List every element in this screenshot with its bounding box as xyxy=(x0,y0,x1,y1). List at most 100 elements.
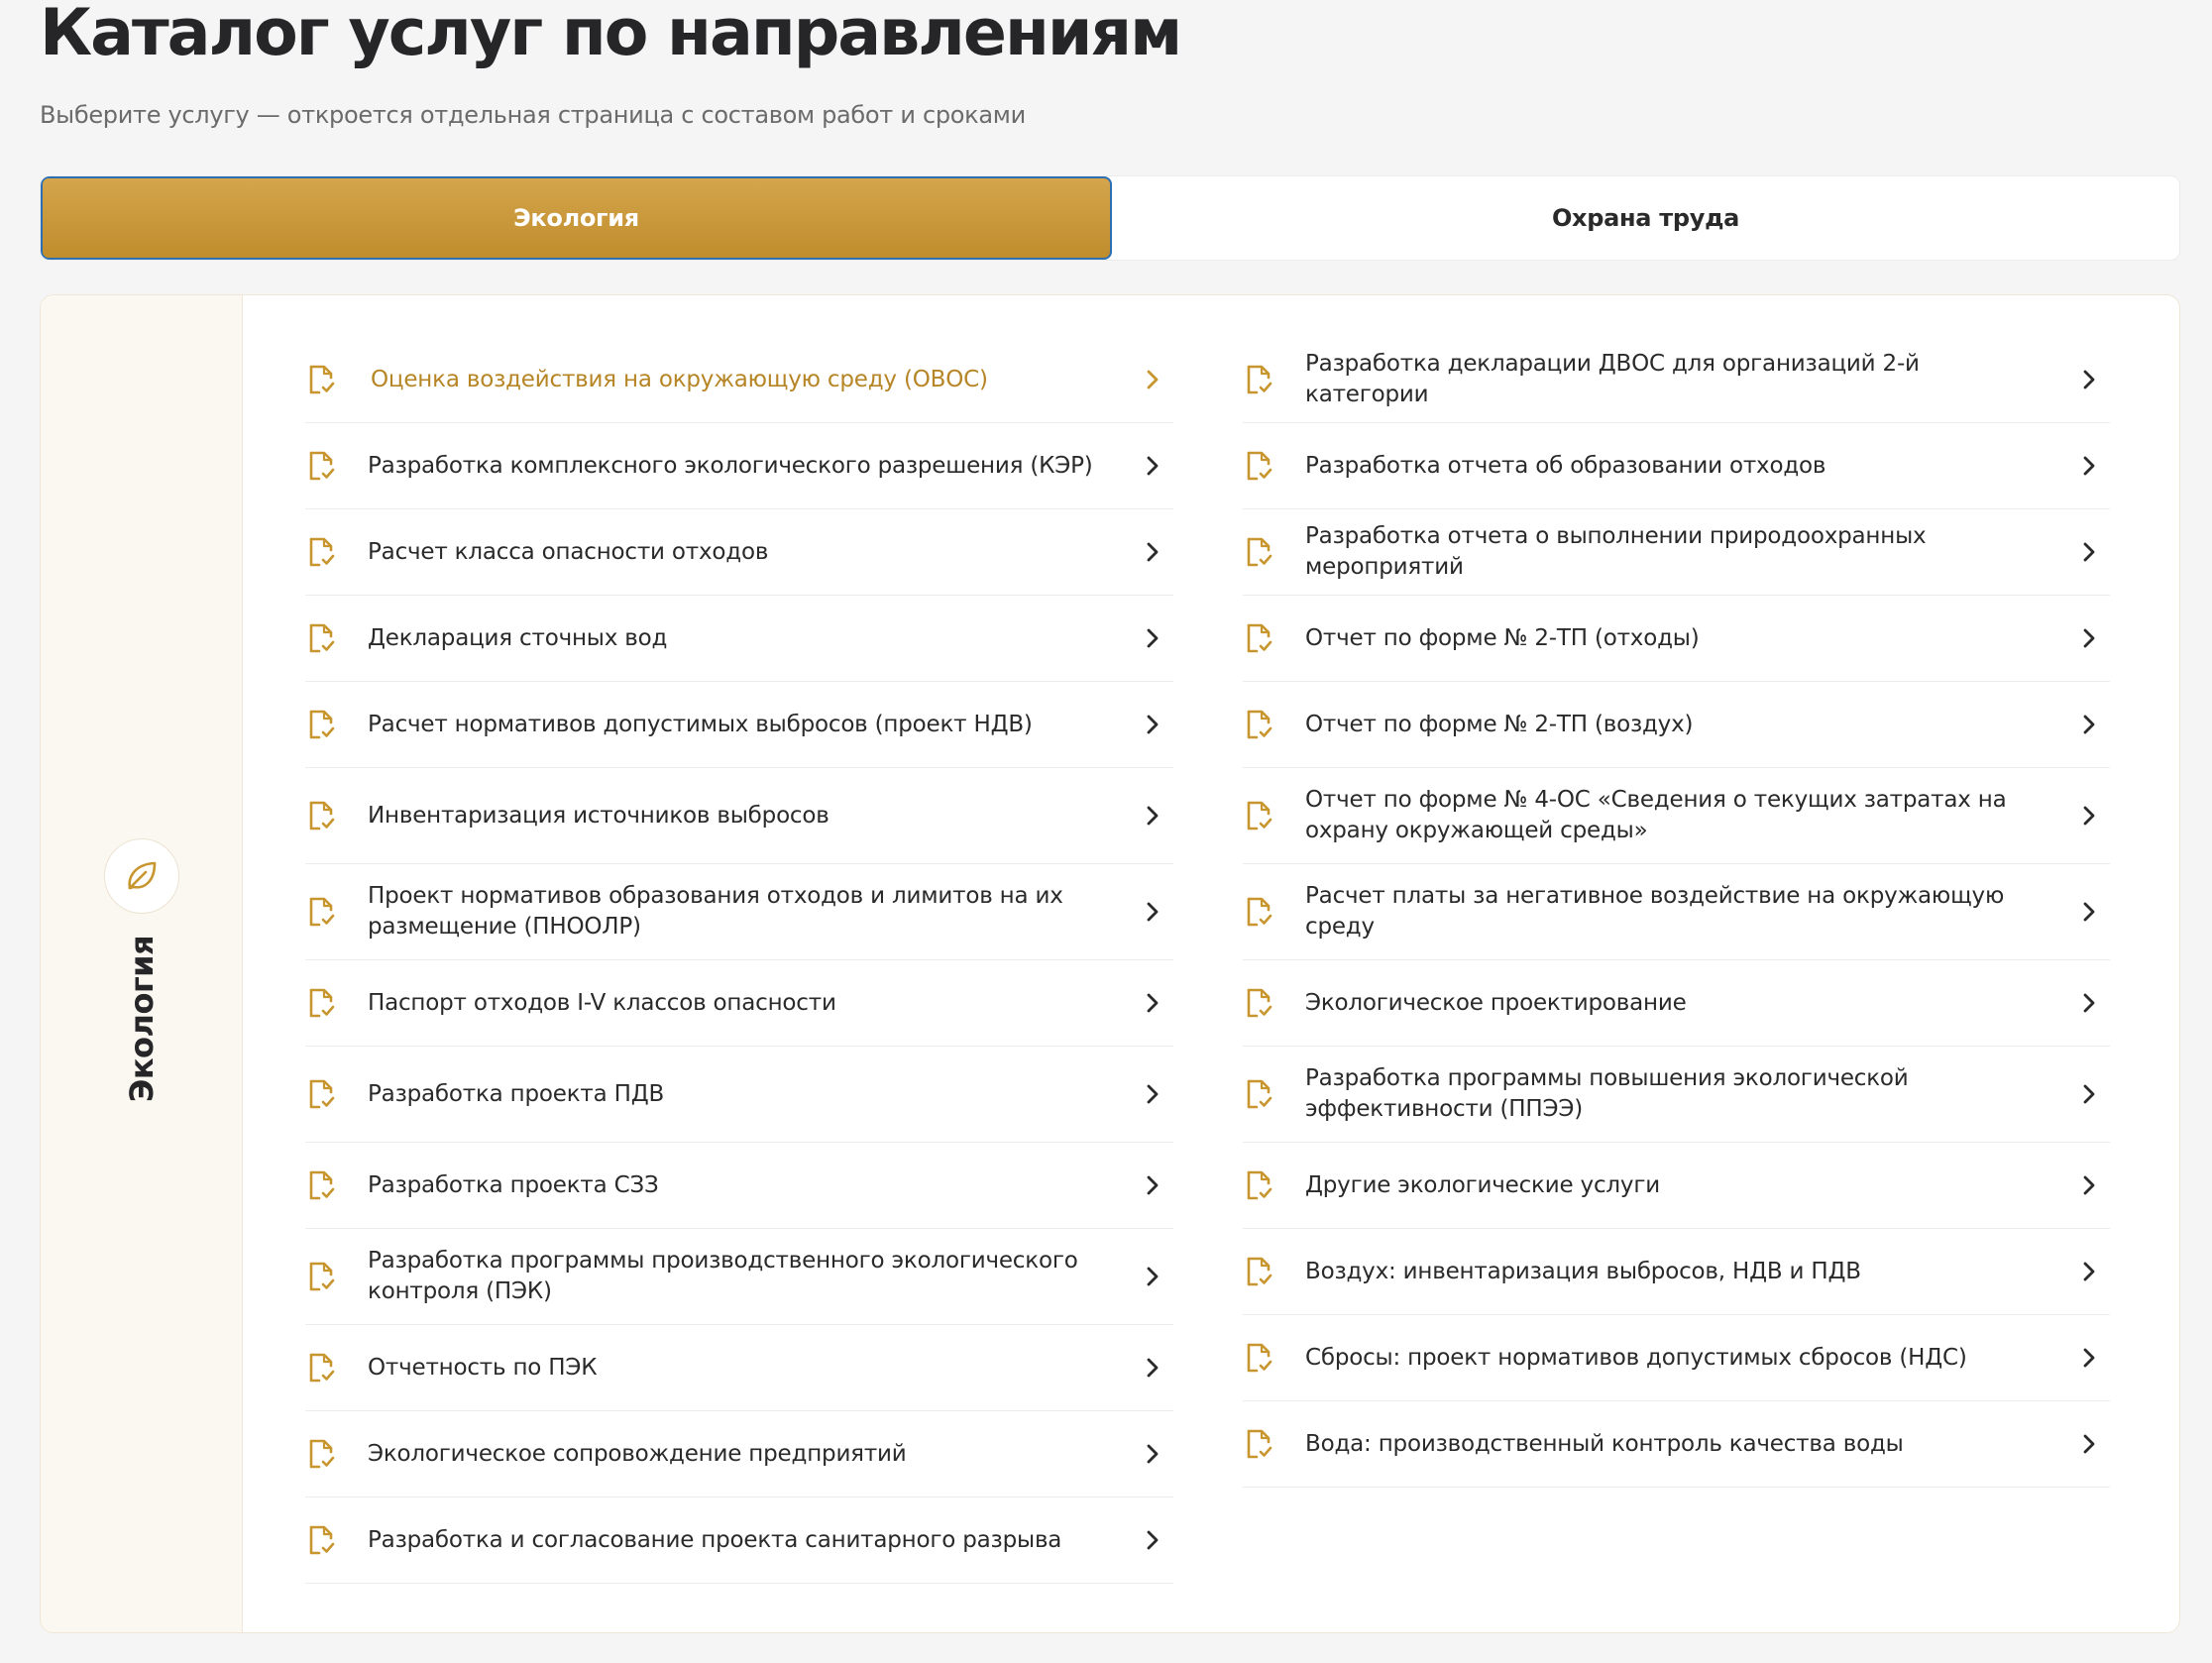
service-label: Расчет класса опасности отходов xyxy=(368,538,769,565)
chevron-right-icon xyxy=(2082,627,2096,649)
service-label: Отчетность по ПЭК xyxy=(368,1354,598,1381)
service-label: Разработка отчета о выполнении природоох… xyxy=(1305,523,1927,580)
chevron-right-icon xyxy=(2082,714,2096,735)
document-check-icon xyxy=(307,1352,337,1384)
chevron-right-icon xyxy=(2082,541,2096,563)
service-item[interactable]: Разработка проекта ПДВ xyxy=(305,1047,1173,1143)
service-item[interactable]: Декларация сточных вод xyxy=(305,596,1173,682)
service-label: Инвентаризация источников выбросов xyxy=(368,802,830,829)
chevron-right-icon xyxy=(2082,1083,2096,1105)
service-item[interactable]: Расчет нормативов допустимых выбросов (п… xyxy=(305,682,1173,768)
chevron-right-icon xyxy=(1146,805,1160,827)
service-label: Воздух: инвентаризация выбросов, НДВ и П… xyxy=(1305,1258,1861,1284)
document-check-icon xyxy=(1245,450,1274,482)
chevron-right-icon xyxy=(1146,1083,1160,1105)
service-item[interactable]: Отчет по форме № 2-ТП (воздух) xyxy=(1243,682,2110,768)
document-check-icon xyxy=(1245,987,1274,1019)
chevron-right-icon xyxy=(1146,1357,1160,1379)
document-check-icon xyxy=(307,896,337,928)
service-item[interactable]: Расчет класса опасности отходов xyxy=(305,509,1173,596)
service-label: Отчет по форме № 2-ТП (отходы) xyxy=(1305,624,1700,651)
document-check-icon xyxy=(1245,1078,1274,1110)
service-item[interactable]: Отчет по форме № 2-ТП (отходы) xyxy=(1243,596,2110,682)
chevron-right-icon xyxy=(2082,1433,2096,1455)
chevron-right-icon xyxy=(1146,1266,1160,1287)
document-check-icon xyxy=(307,1524,337,1556)
service-label: Проект нормативов образования отходов и … xyxy=(368,883,1063,940)
document-check-icon xyxy=(1245,364,1274,395)
services-panel: Экология Оценка воздействия на окружающу… xyxy=(40,294,2180,1633)
service-item[interactable]: Разработка программы повышения экологиче… xyxy=(1243,1047,2110,1143)
service-item[interactable]: Экологическое проектирование xyxy=(1243,960,2110,1047)
tab-labor-safety[interactable]: Охрана труда xyxy=(1112,176,2179,260)
service-label: Оценка воздействия на окружающую среду (… xyxy=(371,366,988,392)
chevron-right-icon xyxy=(1146,1174,1160,1196)
service-item[interactable]: Разработка и согласование проекта санита… xyxy=(305,1497,1173,1584)
document-check-icon xyxy=(1245,709,1274,740)
services-list-left: Оценка воздействия на окружающую среду (… xyxy=(305,337,1173,1584)
services-list-right: Разработка декларации ДВОС для организац… xyxy=(1243,337,2110,1488)
category-label: Экология xyxy=(123,935,161,1103)
service-label: Сбросы: проект нормативов допустимых сбр… xyxy=(1305,1344,1967,1371)
service-label: Вода: производственный контроль качества… xyxy=(1305,1430,1904,1457)
document-check-icon xyxy=(1245,536,1274,568)
service-label: Разработка декларации ДВОС для организац… xyxy=(1305,351,1920,407)
service-label: Разработка программы производственного э… xyxy=(368,1248,1078,1304)
direction-tabs: Экология Охрана труда xyxy=(40,175,2180,261)
service-label: Разработка отчета об образовании отходов xyxy=(1305,452,1826,479)
service-item[interactable]: Разработка комплексного экологического р… xyxy=(305,423,1173,509)
service-item[interactable]: Разработка отчета об образовании отходов xyxy=(1243,423,2110,509)
chevron-right-icon xyxy=(2082,1261,2096,1282)
document-check-icon xyxy=(307,987,337,1019)
leaf-icon xyxy=(104,838,179,914)
service-item[interactable]: Оценка воздействия на окружающую среду (… xyxy=(305,337,1173,423)
chevron-right-icon xyxy=(1146,714,1160,735)
service-item[interactable]: Разработка отчета о выполнении природоох… xyxy=(1243,509,2110,596)
service-item[interactable]: Другие экологические услуги xyxy=(1243,1143,2110,1229)
chevron-right-icon xyxy=(2082,455,2096,477)
service-item[interactable]: Разработка программы производственного э… xyxy=(305,1229,1173,1325)
service-item[interactable]: Расчет платы за негативное воздействие н… xyxy=(1243,864,2110,960)
service-item[interactable]: Воздух: инвентаризация выбросов, НДВ и П… xyxy=(1243,1229,2110,1315)
page: Каталог услуг по направлениям Выберите у… xyxy=(0,0,2212,1663)
service-label: Разработка программы повышения экологиче… xyxy=(1305,1065,1909,1122)
service-label: Разработка комплексного экологического р… xyxy=(368,452,1093,479)
service-item[interactable]: Паспорт отходов I-V классов опасности xyxy=(305,960,1173,1047)
service-label: Паспорт отходов I-V классов опасности xyxy=(368,989,836,1016)
chevron-right-icon xyxy=(2082,901,2096,923)
document-check-icon xyxy=(307,1078,337,1110)
service-item[interactable]: Инвентаризация источников выбросов xyxy=(305,768,1173,864)
category-sidebar: Экология xyxy=(41,295,243,1632)
chevron-right-icon xyxy=(1146,1529,1160,1551)
service-item[interactable]: Экологическое сопровождение предприятий xyxy=(305,1411,1173,1497)
page-title: Каталог услуг по направлениям xyxy=(40,0,1182,70)
document-check-icon xyxy=(307,800,337,832)
service-item[interactable]: Разработка декларации ДВОС для организац… xyxy=(1243,337,2110,423)
chevron-right-icon xyxy=(2082,1347,2096,1369)
service-label: Разработка проекта ПДВ xyxy=(368,1080,665,1107)
tab-ecology[interactable]: Экология xyxy=(41,176,1112,260)
document-check-icon xyxy=(1245,1342,1274,1374)
chevron-right-icon xyxy=(1146,369,1160,390)
chevron-right-icon xyxy=(2082,1174,2096,1196)
service-label: Экологическое проектирование xyxy=(1305,989,1687,1016)
service-item[interactable]: Отчет по форме № 4-ОС «Сведения о текущи… xyxy=(1243,768,2110,864)
service-label: Отчет по форме № 4-ОС «Сведения о текущи… xyxy=(1305,787,2007,843)
service-label: Разработка и согласование проекта санита… xyxy=(368,1526,1062,1553)
document-check-icon xyxy=(307,536,337,568)
document-check-icon xyxy=(307,1261,337,1292)
service-label: Расчет платы за негативное воздействие н… xyxy=(1305,883,2005,940)
chevron-right-icon xyxy=(1146,901,1160,923)
service-label: Экологическое сопровождение предприятий xyxy=(368,1440,907,1467)
service-item[interactable]: Вода: производственный контроль качества… xyxy=(1243,1401,2110,1488)
service-item[interactable]: Сбросы: проект нормативов допустимых сбр… xyxy=(1243,1315,2110,1401)
service-item[interactable]: Отчетность по ПЭК xyxy=(305,1325,1173,1411)
service-label: Другие экологические услуги xyxy=(1305,1171,1660,1198)
service-label: Расчет нормативов допустимых выбросов (п… xyxy=(368,711,1033,737)
chevron-right-icon xyxy=(1146,992,1160,1014)
document-check-icon xyxy=(307,1438,337,1470)
chevron-right-icon xyxy=(1146,541,1160,563)
service-item[interactable]: Проект нормативов образования отходов и … xyxy=(305,864,1173,960)
service-item[interactable]: Разработка проекта СЗЗ xyxy=(305,1143,1173,1229)
document-check-icon xyxy=(1245,622,1274,654)
